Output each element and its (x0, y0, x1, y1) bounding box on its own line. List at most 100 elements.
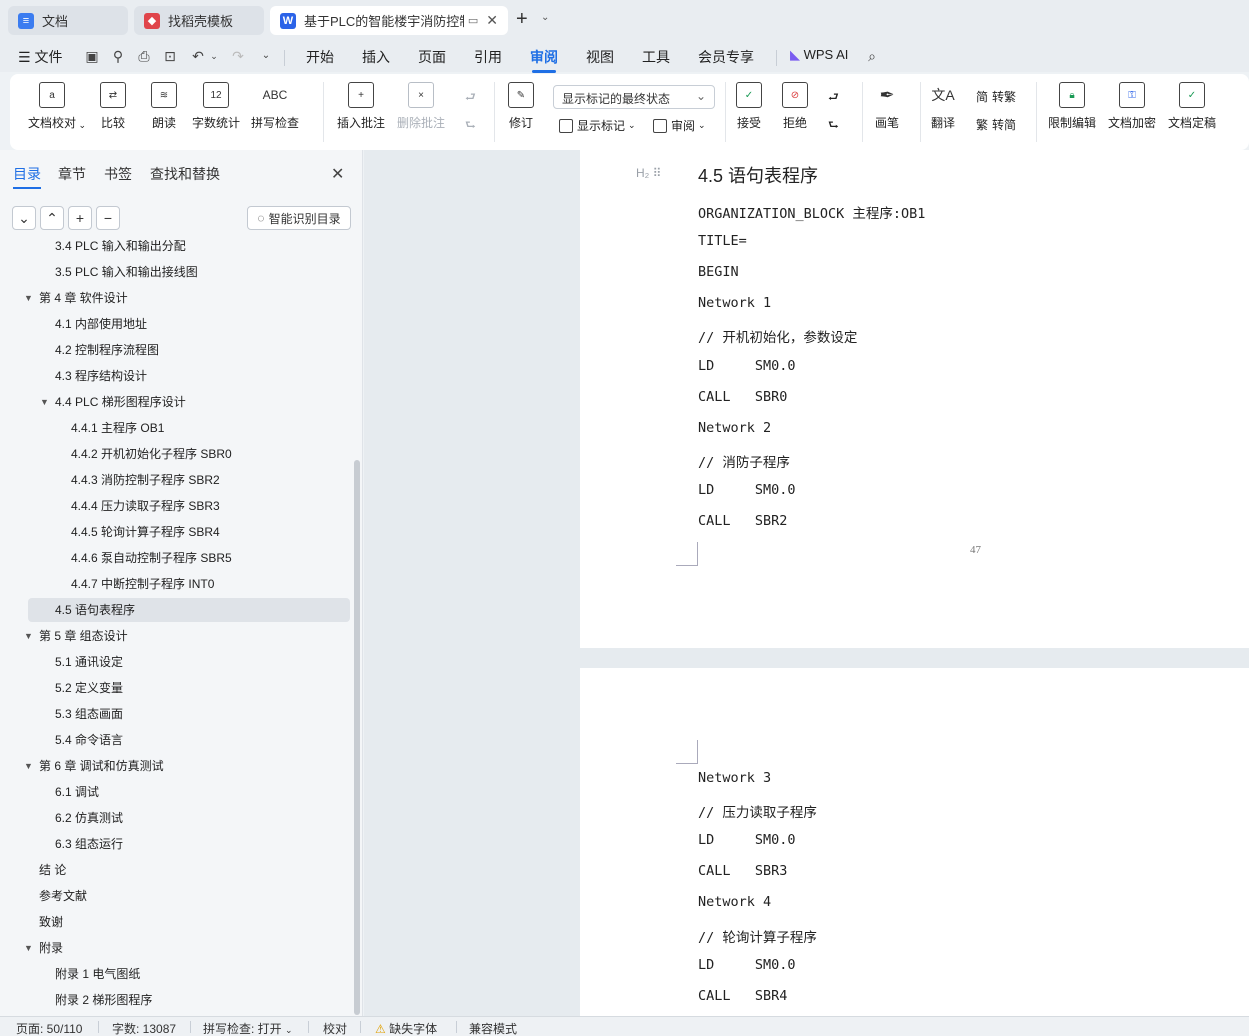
doc-check-button[interactable]: a 文档校对 ⌄ (28, 82, 86, 131)
remove-heading-button[interactable]: − (96, 206, 120, 230)
missing-font-status[interactable]: ⚠ 缺失字体 (375, 1020, 437, 1036)
file-menu[interactable]: ☰ 文件 (18, 47, 62, 67)
restrict-edit-button[interactable]: 🔒︎ 限制编辑 (1048, 82, 1096, 131)
collapse-arrow-icon[interactable]: ▼ (24, 936, 33, 960)
save-icon[interactable]: ▣ (84, 48, 100, 64)
toc-item[interactable]: 附录 1 电气图纸 (28, 962, 350, 986)
encrypt-button[interactable]: ⚿ 文档加密 (1108, 82, 1156, 131)
toc-scrollbar[interactable] (354, 460, 360, 1015)
tab-find-replace[interactable]: 查找和替换 (150, 164, 220, 184)
toc-item[interactable]: 参考文献 (28, 884, 350, 908)
translate-button[interactable]: 文A 翻译 (930, 82, 956, 131)
tab-docs[interactable]: ≡ 文档 (8, 6, 128, 35)
toc-item[interactable]: 结 论 (28, 858, 350, 882)
page-indicator[interactable]: 页面: 50/110 (16, 1020, 82, 1036)
spell-check-button[interactable]: ABC 拼写检查 (251, 82, 299, 131)
word-count-indicator[interactable]: 字数: 13087 (112, 1020, 176, 1036)
show-markup-button[interactable]: 显示标记 ⌄ (559, 117, 636, 134)
toc-item[interactable]: 4.4.6 泵自动控制子程序 SBR5 (28, 546, 350, 570)
toc-item[interactable]: ▼ 4.4 PLC 梯形图程序设计 (28, 390, 350, 414)
to-traditional-button[interactable]: 简转繁 (976, 88, 1016, 105)
chevron-down-icon[interactable]: ⌄ (206, 48, 222, 64)
collapse-arrow-icon[interactable]: ▼ (24, 286, 33, 310)
toc-item[interactable]: 附录 2 梯形图程序 (28, 988, 350, 1012)
close-icon[interactable]: ✕ (486, 12, 498, 29)
toc-item[interactable]: 4.3 程序结构设计 (28, 364, 350, 388)
markup-select[interactable]: 显示标记的最终状态 ⌄ (553, 85, 715, 109)
menu-tools[interactable]: 工具 (642, 47, 670, 67)
toc-item[interactable]: 5.2 定义变量 (28, 676, 350, 700)
toc-item[interactable]: 4.2 控制程序流程图 (28, 338, 350, 362)
finalize-button[interactable]: ✓ 文档定稿 (1168, 82, 1216, 131)
tab-sections[interactable]: 章节 (58, 164, 86, 184)
toc-item[interactable]: 4.5 语句表程序 (28, 598, 350, 622)
tab-bookmarks[interactable]: 书签 (104, 164, 132, 184)
toc-item[interactable]: 4.4.7 中断控制子程序 INT0 (28, 572, 350, 596)
collapse-up-button[interactable]: ⌃ (40, 206, 64, 230)
compare-button[interactable]: ⇄ 比较 (100, 82, 126, 131)
toc-item[interactable]: ▼ 附录 (24, 936, 350, 960)
prev-change-icon[interactable]: ⮐ (828, 88, 839, 109)
toc-item[interactable]: 5.4 命令语言 (28, 728, 350, 752)
toc-item[interactable]: 3.4 PLC 输入和输出分配 (28, 240, 350, 258)
toc-item[interactable]: 4.1 内部使用地址 (28, 312, 350, 336)
track-changes-icon: ✎ (508, 82, 534, 108)
share-icon[interactable]: ⚲ (110, 48, 126, 64)
search-icon[interactable]: ⌕ (864, 48, 880, 64)
pen-button[interactable]: ✒ 画笔 (874, 82, 900, 131)
tab-toc[interactable]: 目录 (13, 164, 41, 189)
tab-document[interactable]: W 基于PLC的智能楼宇消防控制系 ▭ ✕ (270, 6, 508, 35)
print-preview-icon[interactable]: ⊡ (162, 48, 178, 64)
wps-ai-button[interactable]: ◣ WPS AI (790, 47, 848, 63)
tab-label: 文档 (42, 14, 69, 29)
collapse-arrow-icon[interactable]: ▼ (24, 624, 33, 648)
chevron-down-icon[interactable]: ⌄ (258, 48, 274, 64)
toc-item[interactable]: ▼ 第 4 章 软件设计 (24, 286, 350, 310)
toc-item[interactable]: ▼ 第 5 章 组态设计 (24, 624, 350, 648)
next-change-icon[interactable]: ⮑ (828, 116, 839, 137)
toc-item[interactable]: 致谢 (28, 910, 350, 934)
add-heading-button[interactable]: + (68, 206, 92, 230)
menu-review[interactable]: 审阅 (530, 47, 558, 73)
read-aloud-button[interactable]: ≋ 朗读 (151, 82, 177, 131)
to-simplified-button[interactable]: 繁转简 (976, 116, 1016, 133)
toc-item[interactable]: 4.4.3 消防控制子程序 SBR2 (28, 468, 350, 492)
toc-item[interactable]: 6.3 组态运行 (28, 832, 350, 856)
toc-item[interactable]: 5.3 组态画面 (28, 702, 350, 726)
tab-daoke[interactable]: ◆ 找稻壳模板 (134, 6, 264, 35)
menu-page[interactable]: 页面 (418, 47, 446, 67)
new-tab-icon[interactable]: + (516, 8, 528, 31)
toc-item[interactable]: 4.4.2 开机初始化子程序 SBR0 (28, 442, 350, 466)
toc-item[interactable]: 3.5 PLC 输入和输出接线图 (28, 260, 350, 284)
toc-item[interactable]: 6.2 仿真测试 (28, 806, 350, 830)
menu-view[interactable]: 视图 (586, 47, 614, 67)
collapse-arrow-icon[interactable]: ▼ (40, 390, 49, 414)
close-icon[interactable]: ✕ (331, 164, 344, 184)
menu-references[interactable]: 引用 (474, 47, 502, 67)
insert-comment-button[interactable]: + 插入批注 (337, 82, 385, 131)
toc-item[interactable]: 6.1 调试 (28, 780, 350, 804)
proofread-status[interactable]: 校对 (323, 1020, 347, 1036)
spell-check-status[interactable]: 拼写检查: 打开 ⌄ (203, 1020, 293, 1036)
review-pane-button[interactable]: 审阅 ⌄ (653, 117, 706, 134)
menu-home[interactable]: 开始 (306, 47, 334, 67)
track-changes-button[interactable]: ✎ 修订 (508, 82, 534, 131)
print-icon[interactable]: ⎙ (136, 48, 152, 64)
toc-item-label: 4.4.3 消防控制子程序 SBR2 (71, 473, 220, 487)
expand-down-button[interactable]: ⌄ (12, 206, 36, 230)
toc-item-label: 4.3 程序结构设计 (55, 369, 148, 383)
chevron-down-icon[interactable]: ⌄ (541, 12, 549, 23)
accept-button[interactable]: ✓ 接受 (736, 82, 762, 131)
toc-item[interactable]: ▼ 第 6 章 调试和仿真测试 (24, 754, 350, 778)
toc-item[interactable]: 4.4.1 主程序 OB1 (28, 416, 350, 440)
reject-button[interactable]: ⊘ 拒绝 (782, 82, 808, 131)
collapse-arrow-icon[interactable]: ▼ (24, 754, 33, 778)
smart-toc-button[interactable]: ◌ 智能识别目录 (247, 206, 351, 230)
undo-icon[interactable]: ↶ (190, 48, 206, 64)
menu-insert[interactable]: 插入 (362, 47, 390, 67)
menu-member[interactable]: 会员专享 (698, 47, 754, 67)
toc-item[interactable]: 4.4.4 压力读取子程序 SBR3 (28, 494, 350, 518)
toc-item[interactable]: 4.4.5 轮询计算子程序 SBR4 (28, 520, 350, 544)
word-count-button[interactable]: 12 字数统计 (192, 82, 240, 131)
toc-item[interactable]: 5.1 通讯设定 (28, 650, 350, 674)
